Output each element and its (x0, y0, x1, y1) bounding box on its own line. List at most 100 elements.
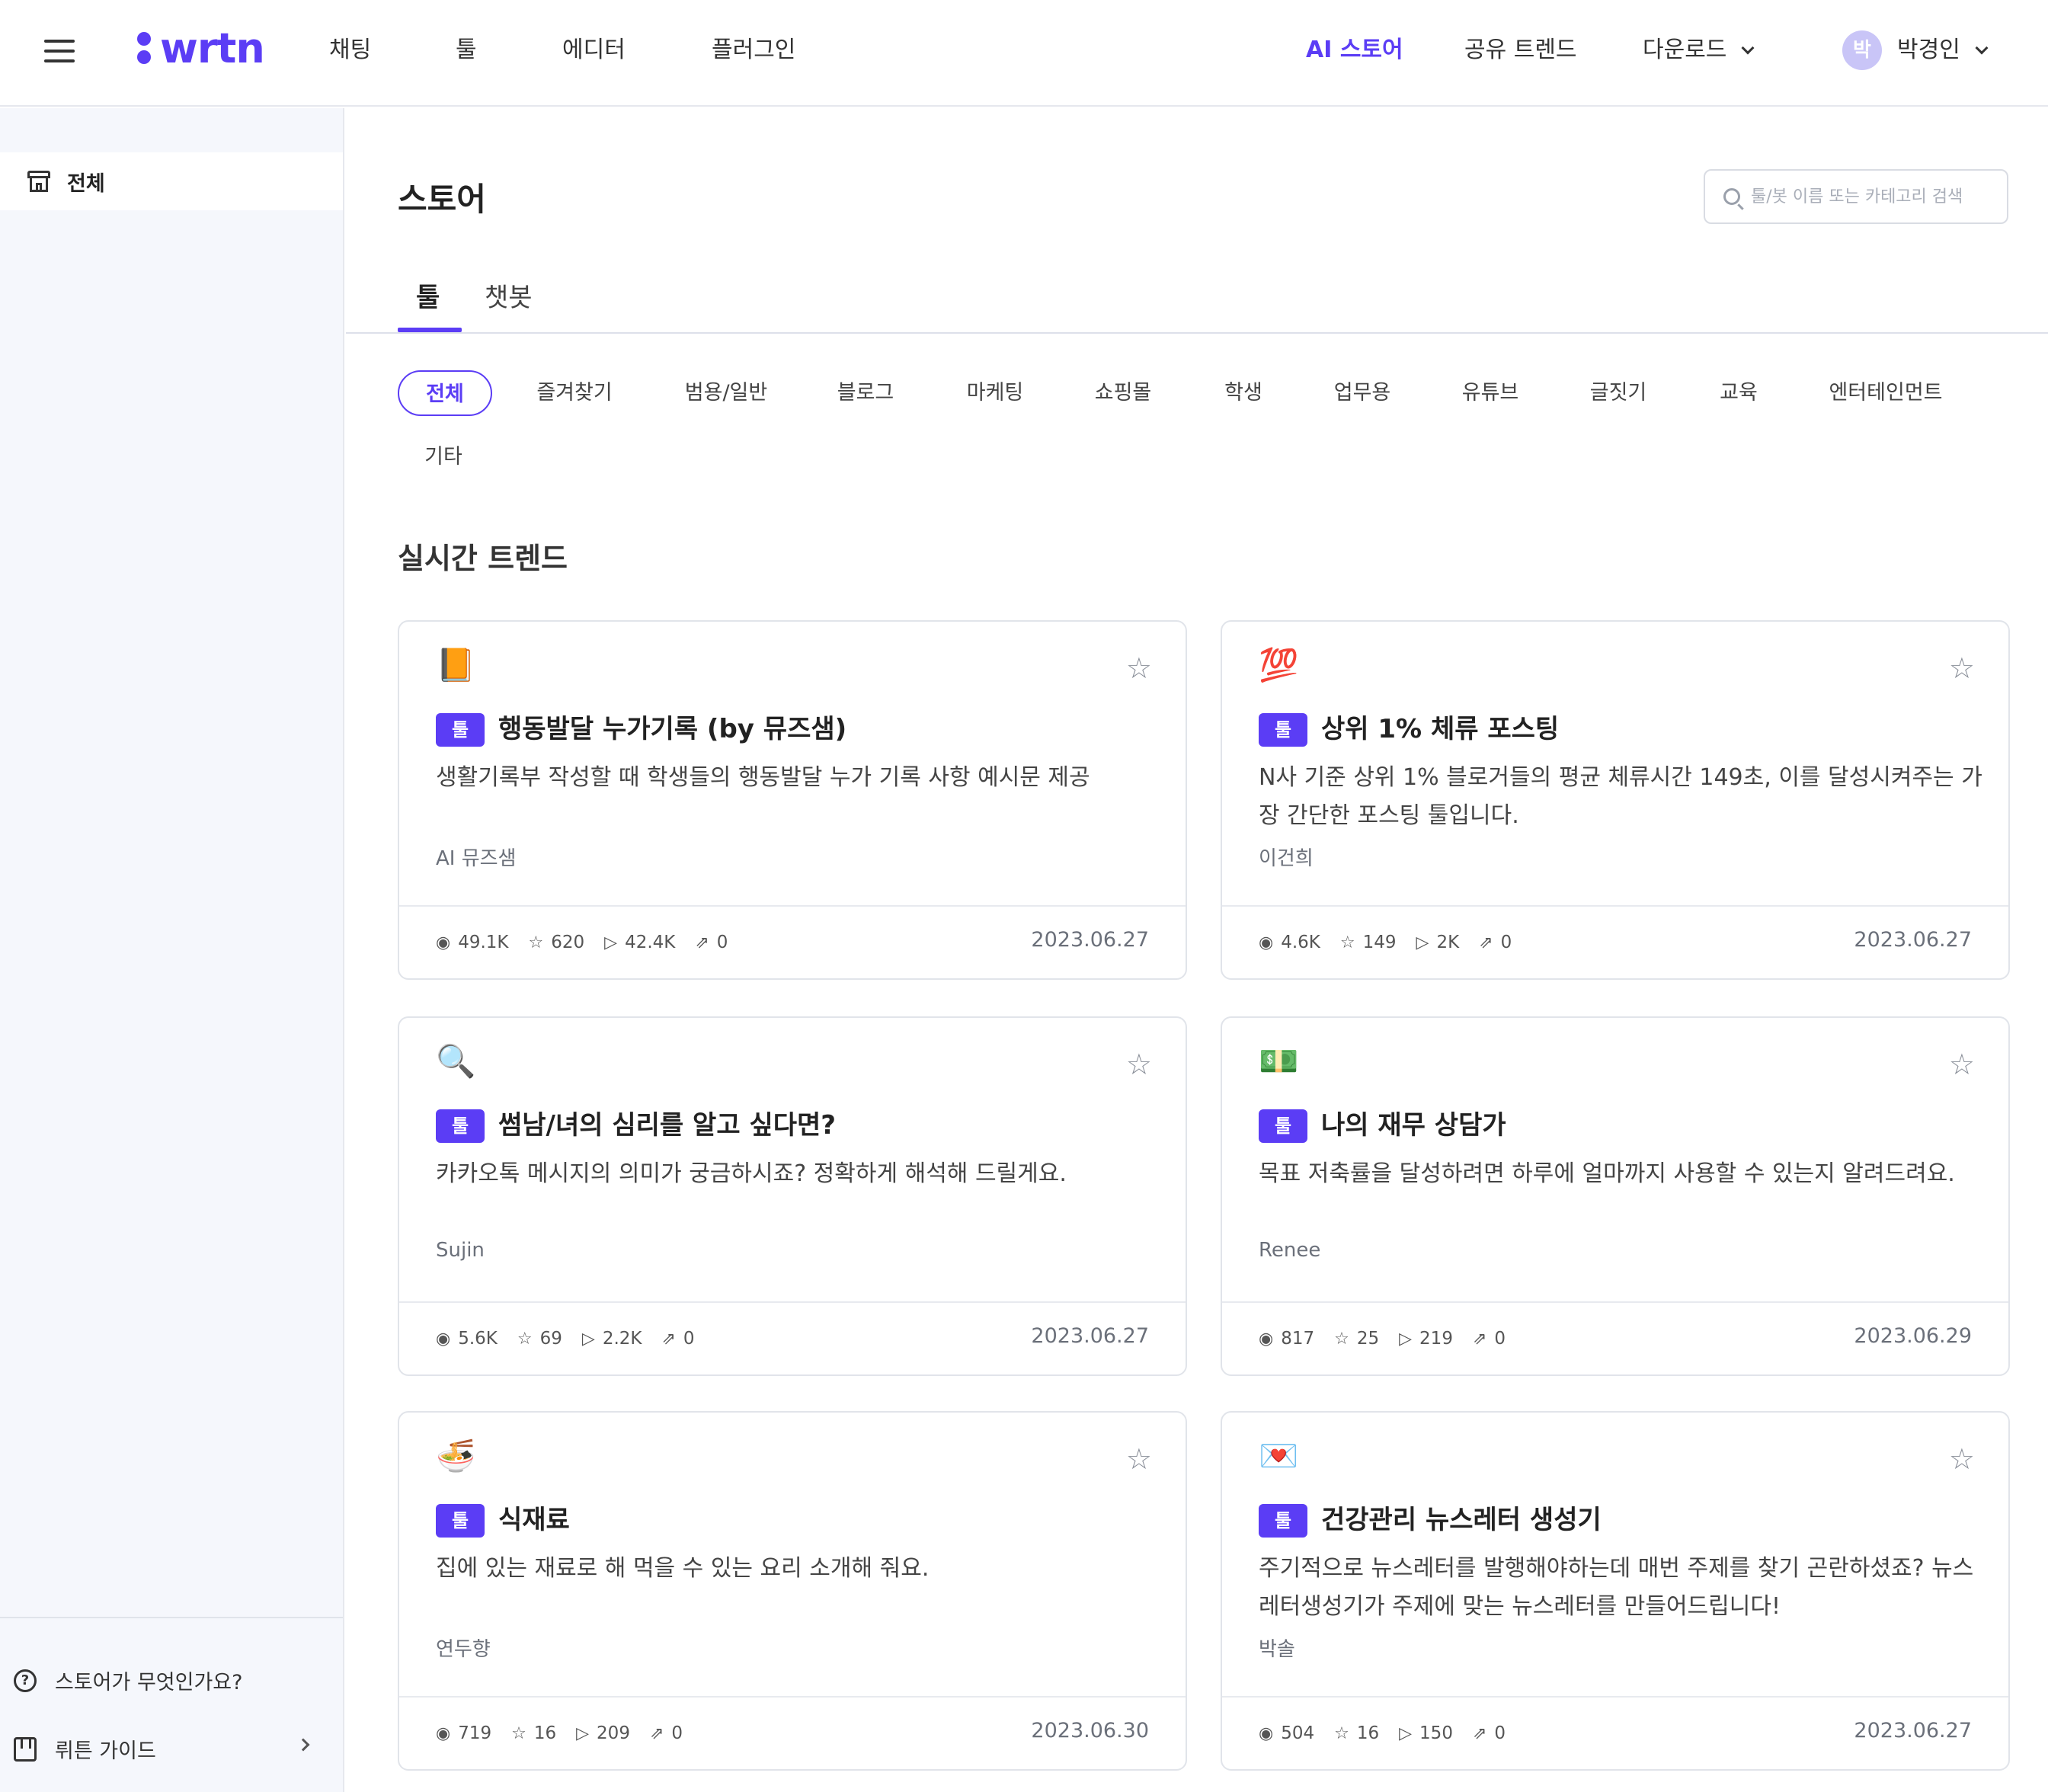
nav-ai-store[interactable]: AI 스토어 (1306, 34, 1403, 67)
card-author: AI 뮤즈샘 (436, 847, 517, 870)
star-count: 69 (539, 1329, 562, 1349)
sidebar-divider (0, 1617, 343, 1618)
search-input[interactable] (1751, 187, 1995, 206)
tool-badge: 툴 (436, 713, 485, 747)
star-icon[interactable]: ☆ (1949, 654, 1975, 683)
card-date: 2023.06.29 (1854, 1324, 1972, 1348)
share-count: 0 (716, 933, 728, 952)
sidebar-item-label: 전체 (67, 171, 105, 196)
wrtn-guide-link[interactable]: 뤼튼 가이드 (14, 1734, 156, 1764)
play-icon: ▷ (1416, 933, 1429, 952)
tool-badge: 툴 (1259, 1504, 1307, 1538)
nav-plugin[interactable]: 플러그인 (712, 34, 795, 67)
user-name: 박경인 (1897, 37, 1960, 63)
chip-favorites[interactable]: 즐겨찾기 (526, 370, 623, 416)
chip-youtube[interactable]: 유튜브 (1452, 370, 1528, 416)
chip-etc[interactable]: 기타 (413, 434, 474, 480)
card-date: 2023.06.27 (1854, 928, 1972, 952)
view-count: 5.6K (458, 1329, 498, 1349)
tool-card[interactable]: 🔍 ☆ 툴 썸남/녀의 심리를 알고 싶다면? 카카오톡 메시지의 의미가 궁금… (398, 1016, 1187, 1376)
star-icon[interactable]: ☆ (1126, 1050, 1152, 1079)
logo-text: wrtn (160, 24, 265, 72)
star-count: 149 (1362, 933, 1397, 952)
logo[interactable]: wrtn (137, 21, 265, 75)
card-author: 이건희 (1259, 847, 1314, 870)
money-icon: 💵 (1259, 1042, 1299, 1080)
nav-editor[interactable]: 에디터 (562, 34, 626, 67)
view-count: 504 (1281, 1723, 1315, 1743)
card-description: 생활기록부 작성할 때 학생들의 행동발달 누가 기록 사항 예시문 제공 (436, 764, 1090, 791)
star-outline-icon: ☆ (1334, 1329, 1349, 1349)
logo-dots-icon (137, 30, 152, 66)
star-icon[interactable]: ☆ (1949, 1445, 1975, 1474)
card-stats: ◉ 817 ☆ 25 ▷ 219 ⇗ 0 (1259, 1329, 1525, 1349)
play-icon: ▷ (581, 1329, 595, 1349)
tab-tool[interactable]: 툴 (416, 279, 440, 317)
view-count: 49.1K (458, 933, 509, 952)
avatar[interactable]: 박 (1842, 30, 1882, 70)
star-icon[interactable]: ☆ (1126, 1445, 1152, 1474)
section-title: 실시간 트렌드 (398, 542, 568, 575)
chevron-down-icon (1741, 41, 1755, 55)
tool-badge: 툴 (436, 1109, 485, 1143)
tool-card[interactable]: 📙 ☆ 툴 행동발달 누가기록 (by 뮤즈샘) 생활기록부 작성할 때 학생들… (398, 620, 1187, 980)
nav-download[interactable]: 다운로드 (1643, 34, 1755, 67)
chip-all[interactable]: 전체 (398, 370, 492, 416)
sidebar: 전체 (0, 108, 344, 1792)
nav-chat[interactable]: 채팅 (329, 34, 371, 67)
user-menu[interactable]: 박경인 (1897, 34, 1989, 67)
card-divider (399, 1301, 1186, 1303)
tool-card[interactable]: 🍜 ☆ 툴 식재료 집에 있는 재료로 해 먹을 수 있는 요리 소개해 줘요.… (398, 1411, 1187, 1771)
chip-student[interactable]: 학생 (1213, 370, 1274, 416)
tool-badge: 툴 (1259, 713, 1307, 747)
run-count: 219 (1419, 1329, 1453, 1349)
card-divider (399, 1696, 1186, 1698)
card-stats: ◉ 4.6K ☆ 149 ▷ 2K ⇗ 0 (1259, 933, 1531, 952)
help-icon: ? (14, 1669, 37, 1692)
card-stats: ◉ 5.6K ☆ 69 ▷ 2.2K ⇗ 0 (436, 1329, 715, 1349)
search-box[interactable] (1704, 169, 2008, 224)
view-count: 817 (1281, 1329, 1315, 1349)
nav-shared-trend[interactable]: 공유 트렌드 (1464, 34, 1577, 67)
menu-icon[interactable] (44, 40, 75, 62)
card-author: 연두향 (436, 1638, 491, 1661)
tab-chatbot[interactable]: 챗봇 (485, 279, 533, 317)
play-icon: ▷ (1399, 1723, 1413, 1743)
share-count: 0 (683, 1329, 695, 1349)
share-icon: ⇗ (1479, 933, 1493, 952)
chip-entertainment[interactable]: 엔터테인먼트 (1821, 370, 1950, 416)
play-icon: ▷ (1399, 1329, 1413, 1349)
tool-card[interactable]: 💵 ☆ 툴 나의 재무 상담가 목표 저축률을 달성하려면 하루에 얼마까지 사… (1221, 1016, 2010, 1376)
card-stats: ◉ 719 ☆ 16 ▷ 209 ⇗ 0 (436, 1723, 702, 1743)
run-count: 209 (597, 1723, 630, 1743)
chip-business[interactable]: 업무용 (1324, 370, 1400, 416)
chip-general[interactable]: 범용/일반 (675, 370, 777, 416)
what-is-store-link[interactable]: ? 스토어가 무엇인가요? (14, 1666, 242, 1695)
chip-education[interactable]: 교육 (1708, 370, 1769, 416)
eye-icon: ◉ (1259, 1329, 1274, 1349)
chip-marketing[interactable]: 마케팅 (957, 370, 1033, 416)
share-icon: ⇗ (1472, 1329, 1487, 1349)
tool-card[interactable]: 💌 ☆ 툴 건강관리 뉴스레터 생성기 주기적으로 뉴스레터를 발행해야하는데 … (1221, 1411, 2010, 1771)
orange-book-icon: 📙 (436, 646, 476, 683)
sidebar-item-all[interactable]: 전체 (0, 152, 343, 210)
share-count: 0 (1494, 1723, 1506, 1743)
run-count: 42.4K (625, 933, 676, 952)
play-icon: ▷ (576, 1723, 590, 1743)
tool-card[interactable]: 💯 ☆ 툴 상위 1% 체류 포스팅 N사 기준 상위 1% 블로거들의 평균 … (1221, 620, 2010, 980)
card-title: 썸남/녀의 심리를 알고 싶다면? (498, 1110, 837, 1141)
play-icon: ▷ (604, 933, 618, 952)
star-icon[interactable]: ☆ (1949, 1050, 1975, 1079)
card-divider (1222, 1301, 2008, 1303)
active-tab-indicator (398, 328, 462, 332)
chip-blog[interactable]: 블로그 (827, 370, 904, 416)
bookmark-icon (14, 1736, 37, 1762)
nav-tool[interactable]: 툴 (456, 34, 477, 67)
card-description: 목표 저축률을 달성하려면 하루에 얼마까지 사용할 수 있는지 알려드려요. (1259, 1160, 1955, 1187)
chip-shopping-mall[interactable]: 쇼핑몰 (1085, 370, 1161, 416)
card-title: 행동발달 누가기록 (by 뮤즈샘) (498, 714, 847, 744)
eye-icon: ◉ (436, 1723, 451, 1743)
chip-writing[interactable]: 글짓기 (1580, 370, 1656, 416)
star-icon[interactable]: ☆ (1126, 654, 1152, 683)
card-stats: ◉ 49.1K ☆ 620 ▷ 42.4K ⇗ 0 (436, 933, 747, 952)
